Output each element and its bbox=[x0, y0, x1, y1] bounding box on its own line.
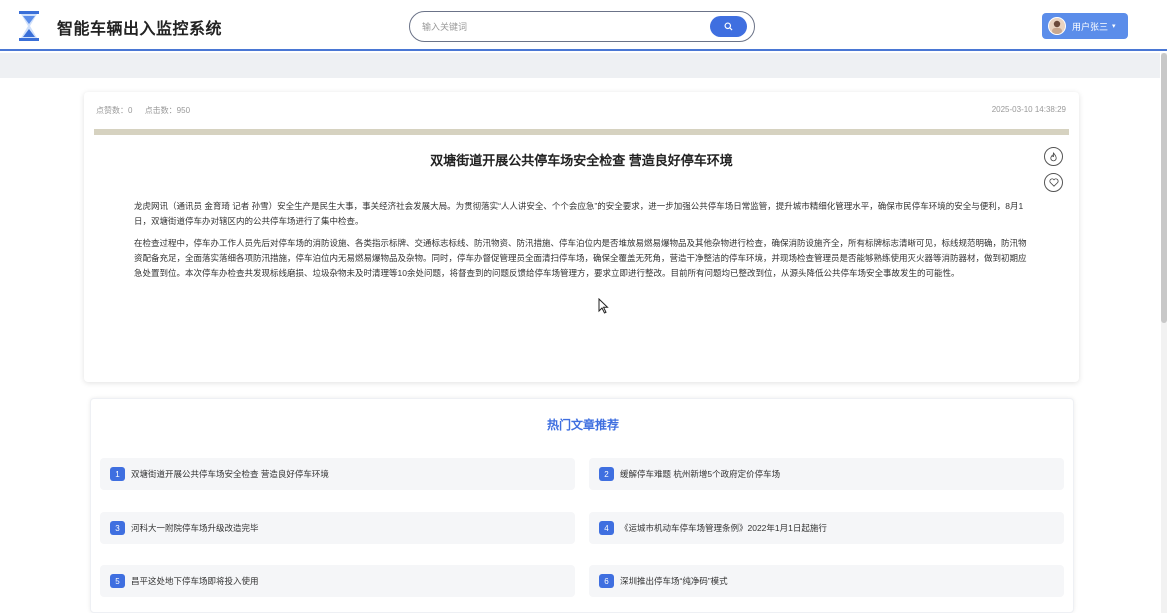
article-time: 2025-03-10 14:38:29 bbox=[991, 105, 1066, 114]
user-menu-button[interactable]: 用户张三 ▾ bbox=[1042, 13, 1128, 39]
avatar bbox=[1048, 17, 1066, 35]
article-body: 龙虎网讯（通讯员 金育琦 记者 孙雪）安全生产是民生大事，事关经济社会发展大局。… bbox=[134, 199, 1029, 288]
favorite-heart-icon bbox=[1048, 178, 1059, 187]
hot-article-item[interactable]: 4 《运城市机动车停车场管理条例》2022年1月1日起施行 bbox=[589, 512, 1064, 544]
hot-article-link[interactable]: 双塘街道开展公共停车场安全检查 营造良好停车环境 bbox=[131, 468, 329, 480]
rank-badge: 6 bbox=[599, 574, 614, 588]
search-input[interactable] bbox=[422, 18, 702, 35]
hot-article-link[interactable]: 深圳推出停车场“纯净码”模式 bbox=[620, 575, 728, 587]
user-name: 用户张三 bbox=[1072, 21, 1109, 32]
hot-article-link[interactable]: 河科大一附院停车场升级改造完毕 bbox=[131, 522, 259, 534]
hot-article-link[interactable]: 缓解停车难题 杭州新增5个政府定价停车场 bbox=[620, 468, 780, 480]
chevron-down-icon: ▾ bbox=[1112, 23, 1116, 30]
hourglass-logo-icon bbox=[19, 11, 39, 41]
scrollbar-thumb[interactable] bbox=[1161, 53, 1167, 323]
hot-article-link[interactable]: 昌平这处地下停车场即将投入使用 bbox=[131, 575, 259, 587]
page-scrollbar[interactable] bbox=[1161, 53, 1167, 613]
article-title: 双塘街道开展公共停车场安全检查 营造良好停车环境 bbox=[430, 153, 733, 168]
top-header: 智能车辆出入监控系统 用户张三 ▾ bbox=[0, 0, 1167, 51]
article-paragraph-1: 龙虎网讯（通讯员 金育琦 记者 孙雪）安全生产是民生大事，事关经济社会发展大局。… bbox=[134, 201, 1024, 226]
hot-article-item[interactable]: 3 河科大一附院停车场升级改造完毕 bbox=[100, 512, 575, 544]
article-divider bbox=[94, 129, 1069, 135]
article-stats: 点赞数：0 点击数：950 bbox=[96, 105, 200, 116]
sub-header-band bbox=[0, 53, 1160, 78]
like-icon bbox=[1050, 151, 1057, 161]
rank-badge: 1 bbox=[110, 467, 125, 481]
hot-article-item[interactable]: 6 深圳推出停车场“纯净码”模式 bbox=[589, 565, 1064, 597]
hot-articles-section: 热门文章推荐 1 双塘街道开展公共停车场安全检查 营造良好停车环境 2 缓解停车… bbox=[90, 398, 1074, 613]
favorite-button[interactable] bbox=[1044, 173, 1063, 192]
hot-article-item[interactable]: 2 缓解停车难题 杭州新增5个政府定价停车场 bbox=[589, 458, 1064, 490]
hot-article-link[interactable]: 《运城市机动车停车场管理条例》2022年1月1日起施行 bbox=[620, 522, 827, 534]
like-button[interactable] bbox=[1044, 147, 1063, 166]
search-icon bbox=[724, 22, 733, 31]
article-card: 点赞数：0 点击数：950 2025-03-10 14:38:29 双塘街道开展… bbox=[84, 92, 1079, 382]
rank-badge: 4 bbox=[599, 521, 614, 535]
search-button[interactable] bbox=[710, 16, 747, 37]
app-title: 智能车辆出入监控系统 bbox=[57, 21, 223, 38]
search-box bbox=[409, 11, 755, 42]
rank-badge: 3 bbox=[110, 521, 125, 535]
rank-badge: 5 bbox=[110, 574, 125, 588]
hot-article-item[interactable]: 1 双塘街道开展公共停车场安全检查 营造良好停车环境 bbox=[100, 458, 575, 490]
article-paragraph-2: 在检查过程中，停车办工作人员先后对停车场的消防设施、各类指示标牌、交通标志标线、… bbox=[134, 238, 1027, 278]
hot-article-item[interactable]: 5 昌平这处地下停车场即将投入使用 bbox=[100, 565, 575, 597]
clicks-count: 点击数：950 bbox=[144, 106, 191, 115]
rank-badge: 2 bbox=[599, 467, 614, 481]
mouse-cursor-icon bbox=[598, 298, 609, 314]
hot-articles-title: 热门文章推荐 bbox=[546, 418, 619, 432]
likes-count: 点赞数：0 bbox=[96, 106, 133, 115]
